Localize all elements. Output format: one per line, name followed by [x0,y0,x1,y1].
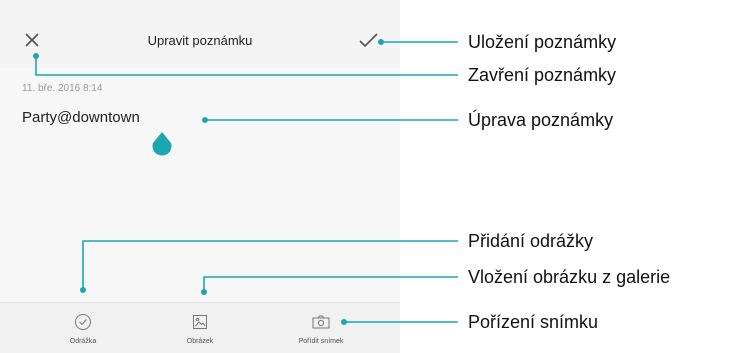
callout-photo: Pořízení snímku [468,312,599,332]
callout-save: Uložení poznámky [468,32,617,52]
callout-lines [33,39,458,325]
callout-bullet: Přidání odrážky [468,231,594,251]
callout-gallery: Vložení obrázku z galerie [468,267,671,287]
callout-close: Zavření poznámky [468,65,617,85]
callout-edit: Úprava poznámky [468,110,614,130]
